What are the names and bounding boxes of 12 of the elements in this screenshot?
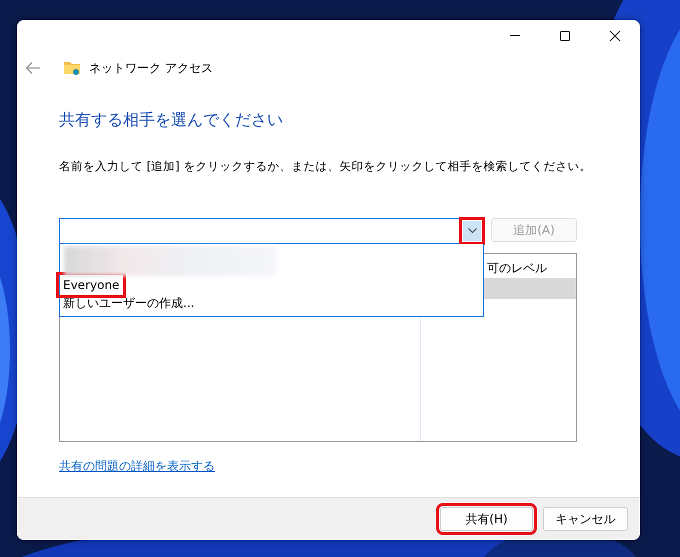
folder-icon — [63, 60, 81, 76]
dialog-heading: 共有する相手を選んでください — [59, 109, 284, 131]
dropdown-button[interactable] — [463, 221, 481, 242]
maximize-icon — [559, 30, 571, 42]
dropdown-item[interactable]: 新しいユーザーの作成... — [60, 294, 198, 312]
close-icon — [609, 30, 621, 42]
back-arrow-icon[interactable] — [25, 61, 41, 75]
window-title: ネットワーク アクセス — [89, 60, 213, 77]
details-link[interactable]: 共有の問題の詳細を表示する — [59, 457, 215, 476]
chevron-down-icon — [468, 228, 476, 234]
instruction-text: 名前を入力して [追加] をクリックするか、または、矢印をクリックして相手を検索してください。 — [59, 158, 592, 175]
cancel-button[interactable]: キャンセル — [543, 507, 628, 531]
